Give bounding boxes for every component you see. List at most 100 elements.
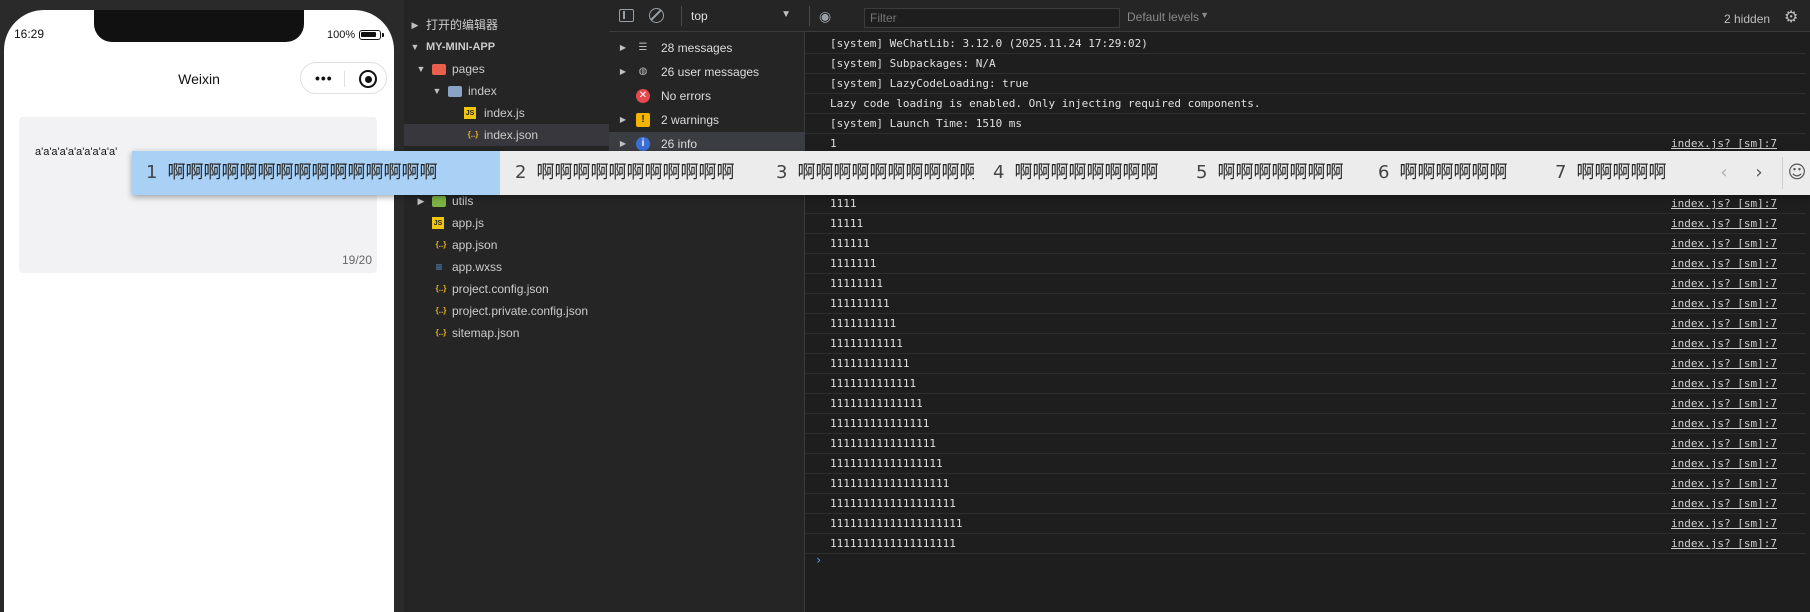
gear-icon[interactable]: ⚙ xyxy=(1784,7,1798,27)
tree-item[interactable]: ▼ index xyxy=(404,80,609,102)
textarea-input[interactable]: a'a'a'a'a'a'a'a'a'a' 19/20 xyxy=(19,117,377,273)
log-source-link[interactable]: index.js? [sm]:7 xyxy=(1671,514,1777,534)
log-source-link[interactable]: index.js? [sm]:7 xyxy=(1671,314,1777,334)
phone-screen: 16:29 100% Weixin ••• a'a'a'a'a'a'a'a'a'… xyxy=(4,10,394,612)
log-row: 11111111111111111 index.js? [sm]:7 xyxy=(805,454,1806,474)
ime-candidate[interactable]: 1 啊啊啊啊啊啊啊啊啊啊啊啊啊啊啊 xyxy=(132,151,500,195)
log-source-link[interactable]: index.js? [sm]:7 xyxy=(1671,294,1777,314)
log-row: 11111111111 index.js? [sm]:7 xyxy=(805,334,1806,354)
log-row: [system] WeChatLib: 3.12.0 (2025.11.24 1… xyxy=(805,34,1806,54)
project-label: MY-MINI-APP xyxy=(426,41,496,53)
chevron-left-icon[interactable]: ‹ xyxy=(1705,151,1743,195)
log-row: 11111 index.js? [sm]:7 xyxy=(805,214,1806,234)
log-message: 11111111111111 xyxy=(830,397,923,410)
tree-item[interactable]: ▼ pages xyxy=(404,58,609,80)
tree-item-label: sitemap.json xyxy=(452,326,520,340)
log-source-link[interactable]: index.js? [sm]:7 xyxy=(1671,434,1777,454)
ime-candidate[interactable]: 6 啊啊啊啊啊啊 xyxy=(1364,151,1534,195)
log-source-link[interactable]: index.js? [sm]:7 xyxy=(1671,354,1777,374)
open-editors-section[interactable]: ▶ 打开的编辑器 xyxy=(404,14,609,36)
chevron-right-icon[interactable]: › xyxy=(1740,151,1778,195)
ime-candidate[interactable]: 3 啊啊啊啊啊啊啊啊啊啊 xyxy=(762,151,974,195)
json-file-icon: {..} xyxy=(435,306,447,315)
candidate-number: 3 xyxy=(776,162,788,183)
sidebar-item[interactable]: ▶ ◍ 26 user messages xyxy=(609,60,805,84)
log-message: [system] WeChatLib: 3.12.0 (2025.11.24 1… xyxy=(830,37,1148,50)
log-source-link[interactable]: index.js? [sm]:7 xyxy=(1671,454,1777,474)
chevron-right-icon: ▶ xyxy=(411,20,419,30)
sidebar-item-label: 28 messages xyxy=(661,41,733,55)
log-message: 111111111 xyxy=(830,297,890,310)
tree-item-label: project.config.json xyxy=(452,282,549,296)
log-message: 11111 xyxy=(830,217,864,230)
ime-candidate[interactable]: 5 啊啊啊啊啊啊啊 xyxy=(1182,151,1358,195)
tree-item[interactable]: {..} index.json xyxy=(404,124,609,146)
ime-candidate[interactable]: 2 啊啊啊啊啊啊啊啊啊啊啊 xyxy=(501,151,756,195)
phone-notch xyxy=(94,10,304,42)
levels-select[interactable]: Default levels ▼ xyxy=(1117,4,1217,28)
error-icon: ✕ xyxy=(636,89,650,103)
log-source-link[interactable]: index.js? [sm]:7 xyxy=(1671,234,1777,254)
log-source-link[interactable]: index.js? [sm]:7 xyxy=(1671,394,1777,414)
log-message: 11111111111111111111 xyxy=(830,517,963,530)
log-message: 1111111111 xyxy=(830,317,897,330)
ime-candidate-bar: 1 啊啊啊啊啊啊啊啊啊啊啊啊啊啊啊 2 啊啊啊啊啊啊啊啊啊啊啊 3 啊啊啊啊啊啊啊啊啊啊 4… xyxy=(132,151,1810,195)
tree-item[interactable]: JS index.js xyxy=(404,102,609,124)
eye-icon[interactable]: ◉ xyxy=(819,8,831,25)
log-source-link[interactable]: index.js? [sm]:7 xyxy=(1671,534,1777,554)
log-message: 111111111111 xyxy=(830,357,910,370)
list-icon: ☰ xyxy=(638,42,648,53)
candidate-number: 7 xyxy=(1555,162,1567,183)
candidate-text: 啊啊啊啊啊 xyxy=(1576,162,1667,183)
close-capsule-icon[interactable] xyxy=(359,70,377,88)
tree-item[interactable]: {..} project.config.json xyxy=(404,278,609,300)
log-row: 11111111111111111111 index.js? [sm]:7 xyxy=(805,514,1806,534)
tree-item[interactable]: {..} sitemap.json xyxy=(404,322,609,344)
json-file-icon: {..} xyxy=(467,130,479,139)
log-row: 1111 index.js? [sm]:7 xyxy=(805,194,1806,214)
sidebar-item[interactable]: ✕ No errors xyxy=(609,84,805,108)
candidate-text: 啊啊啊啊啊啊啊啊啊啊啊啊啊啊啊 xyxy=(167,162,438,183)
file-explorer: ▶ 打开的编辑器 ▼ MY-MINI-APP ▼ pages ▼ index JS ind… xyxy=(404,0,609,612)
chevron-down-icon: ▼ xyxy=(781,9,791,20)
tree-item[interactable]: {..} app.json xyxy=(404,234,609,256)
log-source-link[interactable]: index.js? [sm]:7 xyxy=(1671,494,1777,514)
log-source-link[interactable]: index.js? [sm]:7 xyxy=(1671,274,1777,294)
sidebar-item[interactable]: ▶ ☰ 28 messages xyxy=(609,36,805,60)
capsule-menu[interactable]: ••• xyxy=(300,62,387,94)
log-source-link[interactable]: index.js? [sm]:7 xyxy=(1671,374,1777,394)
ime-candidate[interactable]: 4 啊啊啊啊啊啊啊啊 xyxy=(979,151,1174,195)
log-message: [system] LazyCodeLoading: true xyxy=(830,77,1029,90)
log-source-link[interactable]: index.js? [sm]:7 xyxy=(1671,414,1777,434)
sidebar-toggle-icon[interactable] xyxy=(619,9,634,22)
log-row: 111111111111 index.js? [sm]:7 xyxy=(805,354,1806,374)
ime-candidate[interactable]: 7 啊啊啊啊啊 xyxy=(1541,151,1701,195)
log-source-link[interactable]: index.js? [sm]:7 xyxy=(1671,334,1777,354)
folder-icon xyxy=(432,64,446,75)
json-file-icon: {..} xyxy=(435,240,447,249)
more-icon[interactable]: ••• xyxy=(315,71,333,85)
tree-item[interactable]: {..} project.private.config.json xyxy=(404,300,609,322)
emoji-icon[interactable]: ☺ xyxy=(1786,151,1808,195)
log-message: 11111111 xyxy=(830,277,883,290)
log-source-link[interactable]: index.js? [sm]:7 xyxy=(1671,214,1777,234)
project-section[interactable]: ▼ MY-MINI-APP xyxy=(404,36,609,58)
log-source-link[interactable]: index.js? [sm]:7 xyxy=(1671,254,1777,274)
hidden-count: 2 hidden xyxy=(1724,12,1771,26)
log-row: 1111111111111111 index.js? [sm]:7 xyxy=(805,434,1806,454)
log-source-link[interactable]: index.js? [sm]:7 xyxy=(1671,194,1777,214)
tree-item[interactable]: ≡ app.wxss xyxy=(404,256,609,278)
clear-console-icon[interactable] xyxy=(649,8,664,23)
filter-input[interactable] xyxy=(864,8,1120,28)
log-row: [system] LazyCodeLoading: true xyxy=(805,74,1806,94)
sidebar-item[interactable]: ▶! 2 warnings xyxy=(609,108,805,132)
tree-item-label: app.json xyxy=(452,238,498,252)
log-row: [system] Subpackages: N/A xyxy=(805,54,1806,74)
log-message: 1111 xyxy=(830,197,857,210)
tree-item[interactable]: JS app.js xyxy=(404,212,609,234)
console-prompt-icon[interactable]: › xyxy=(815,553,822,567)
log-source-link[interactable]: index.js? [sm]:7 xyxy=(1671,474,1777,494)
context-select[interactable]: top ▼ xyxy=(681,4,797,28)
folder-icon xyxy=(448,86,462,97)
log-row: 11111111111111 index.js? [sm]:7 xyxy=(805,394,1806,414)
